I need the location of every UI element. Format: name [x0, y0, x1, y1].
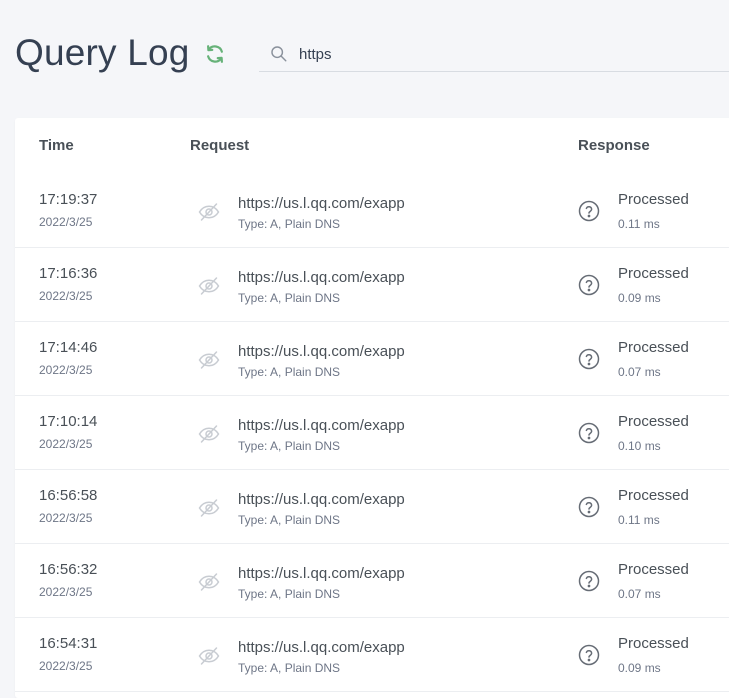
- row-date: 2022/3/25: [39, 511, 93, 525]
- row-elapsed: 0.07 ms: [618, 365, 661, 379]
- row-domain[interactable]: https://us.l.qq.com/exapp: [238, 565, 405, 582]
- row-time: 16:54:31: [39, 635, 98, 652]
- eye-slash-icon[interactable]: [197, 200, 221, 224]
- table-row[interactable]: 17:10:14 2022/3/25 https://us.l.qq.com/e…: [15, 396, 729, 470]
- row-time: 17:16:36: [39, 265, 98, 282]
- row-time: 17:14:46: [39, 339, 98, 356]
- row-domain[interactable]: https://us.l.qq.com/exapp: [238, 491, 405, 508]
- row-status: Processed: [618, 487, 689, 504]
- search-icon: [271, 46, 287, 62]
- eye-slash-icon[interactable]: [197, 496, 221, 520]
- row-time: 17:19:37: [39, 191, 98, 208]
- table-row[interactable]: 17:19:37 2022/3/25 https://us.l.qq.com/e…: [15, 174, 729, 248]
- row-date: 2022/3/25: [39, 363, 93, 377]
- question-circle-icon[interactable]: [577, 347, 601, 371]
- row-elapsed: 0.09 ms: [618, 291, 661, 305]
- row-elapsed: 0.10 ms: [618, 439, 661, 453]
- question-circle-icon[interactable]: [577, 643, 601, 667]
- row-elapsed: 0.11 ms: [618, 513, 660, 527]
- table-row[interactable]: 16:56:32 2022/3/25 https://us.l.qq.com/e…: [15, 544, 729, 618]
- table-row[interactable]: 16:54:31 2022/3/25 https://us.l.qq.com/e…: [15, 618, 729, 692]
- row-date: 2022/3/25: [39, 585, 93, 599]
- column-header-request[interactable]: Request: [190, 137, 249, 154]
- page-header: Query Log: [0, 0, 729, 100]
- column-header-response[interactable]: Response: [578, 137, 650, 154]
- eye-slash-icon[interactable]: [197, 422, 221, 446]
- question-circle-icon[interactable]: [577, 495, 601, 519]
- question-circle-icon[interactable]: [577, 199, 601, 223]
- row-type: Type: A, Plain DNS: [238, 291, 341, 305]
- question-circle-icon[interactable]: [577, 421, 601, 445]
- page-title: Query Log: [15, 32, 190, 73]
- eye-slash-icon[interactable]: [197, 644, 221, 668]
- column-header-time[interactable]: Time: [39, 137, 74, 154]
- row-type: Type: A, Plain DNS: [238, 513, 341, 527]
- row-date: 2022/3/25: [39, 215, 93, 229]
- row-elapsed: 0.09 ms: [618, 661, 661, 675]
- question-circle-icon[interactable]: [577, 569, 601, 593]
- query-log-table: Time Request Response 17:19:37 2022/3/25…: [15, 118, 729, 698]
- row-status: Processed: [618, 561, 689, 578]
- row-domain[interactable]: https://us.l.qq.com/exapp: [238, 417, 405, 434]
- row-type: Type: A, Plain DNS: [238, 439, 341, 453]
- row-status: Processed: [618, 191, 689, 208]
- row-domain[interactable]: https://us.l.qq.com/exapp: [238, 195, 405, 212]
- row-status: Processed: [618, 413, 689, 430]
- row-time: 16:56:32: [39, 561, 98, 578]
- row-status: Processed: [618, 339, 689, 356]
- row-elapsed: 0.07 ms: [618, 587, 661, 601]
- row-date: 2022/3/25: [39, 437, 93, 451]
- question-circle-icon[interactable]: [577, 273, 601, 297]
- search-bar: [259, 36, 729, 72]
- eye-slash-icon[interactable]: [197, 348, 221, 372]
- row-status: Processed: [618, 635, 689, 652]
- row-status: Processed: [618, 265, 689, 282]
- table-row[interactable]: 17:14:46 2022/3/25 https://us.l.qq.com/e…: [15, 322, 729, 396]
- search-input[interactable]: [299, 42, 719, 66]
- row-domain[interactable]: https://us.l.qq.com/exapp: [238, 269, 405, 286]
- row-time: 16:56:58: [39, 487, 98, 504]
- row-type: Type: A, Plain DNS: [238, 661, 341, 675]
- row-type: Type: A, Plain DNS: [238, 365, 341, 379]
- eye-slash-icon[interactable]: [197, 570, 221, 594]
- row-type: Type: A, Plain DNS: [238, 217, 341, 231]
- row-domain[interactable]: https://us.l.qq.com/exapp: [238, 639, 405, 656]
- row-domain[interactable]: https://us.l.qq.com/exapp: [238, 343, 405, 360]
- refresh-button[interactable]: [202, 41, 228, 67]
- eye-slash-icon[interactable]: [197, 274, 221, 298]
- table-row[interactable]: 16:56:58 2022/3/25 https://us.l.qq.com/e…: [15, 470, 729, 544]
- refresh-icon: [207, 45, 223, 63]
- row-date: 2022/3/25: [39, 289, 93, 303]
- row-date: 2022/3/25: [39, 659, 93, 673]
- row-time: 17:10:14: [39, 413, 98, 430]
- row-type: Type: A, Plain DNS: [238, 587, 341, 601]
- row-elapsed: 0.11 ms: [618, 217, 660, 231]
- table-row[interactable]: 17:16:36 2022/3/25 https://us.l.qq.com/e…: [15, 248, 729, 322]
